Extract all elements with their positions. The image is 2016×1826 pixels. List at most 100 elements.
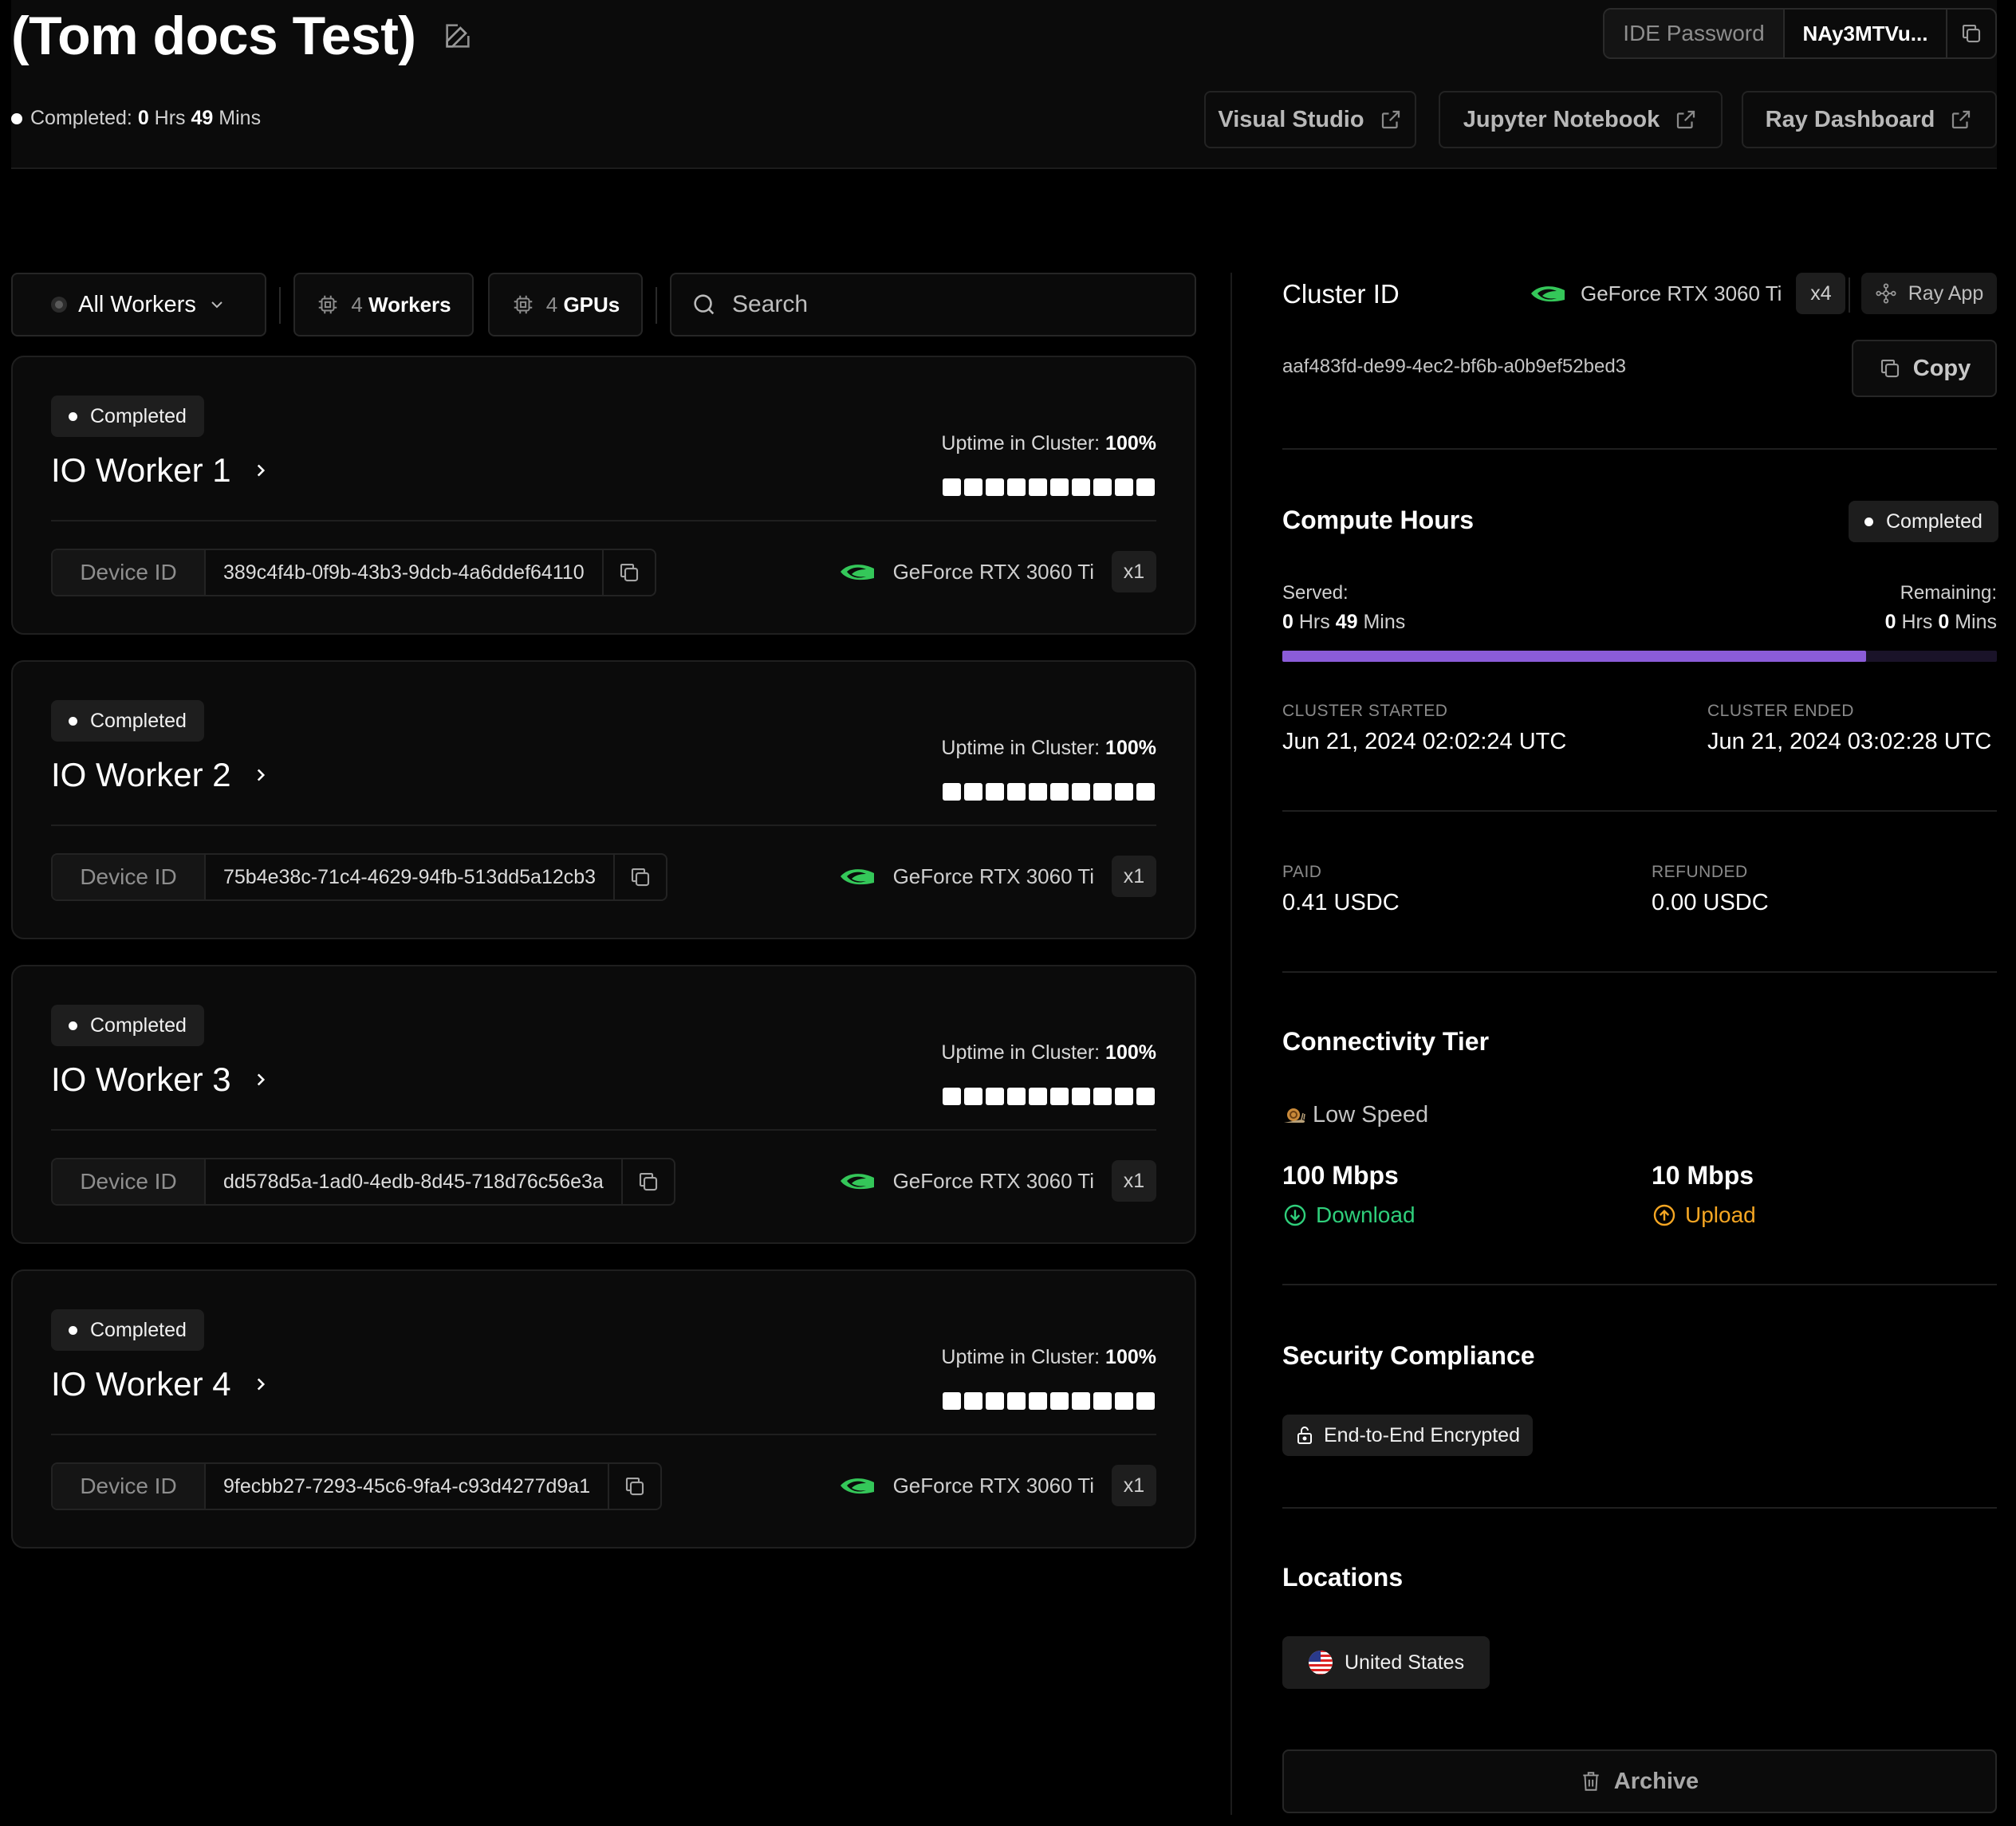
worker-name: IO Worker 3: [51, 1061, 231, 1098]
worker-gpu-name: GeForce RTX 3060 Ti: [892, 1473, 1094, 1497]
gpus-count-button[interactable]: 4 GPUs: [488, 273, 643, 336]
device-id-copy-button[interactable]: [623, 1159, 674, 1204]
uptime-segment: [943, 1392, 961, 1410]
device-id-value[interactable]: dd578d5a-1ad0-4edb-8d45-718d76c56e3a: [206, 1159, 623, 1204]
external-link-icon: [1381, 110, 1400, 129]
filter-dot-icon: [51, 297, 68, 313]
workers-count-button[interactable]: 4 Workers: [293, 273, 474, 336]
archive-button[interactable]: Archive: [1282, 1749, 1997, 1813]
uptime-segment: [1072, 1392, 1090, 1410]
uptime-label: Uptime in Cluster:: [941, 432, 1101, 455]
lock-icon: [1297, 1427, 1312, 1444]
download-speed: 100 Mbps: [1282, 1161, 1399, 1190]
chevron-down-icon: [211, 301, 222, 309]
upload-icon: [1653, 1204, 1675, 1226]
worker-name-link[interactable]: IO Worker 3: [51, 1061, 271, 1099]
worker-gpu-count: x1: [1112, 1160, 1156, 1202]
uptime-text: Uptime in Cluster: 100%: [941, 1041, 1156, 1065]
uptime-segment: [1050, 783, 1069, 801]
cluster-ended-value: Jun 21, 2024 03:02:28 UTC: [1707, 729, 1992, 754]
remaining-label: Remaining:: [1900, 582, 1997, 604]
status-label: Completed:: [30, 107, 132, 129]
jupyter-notebook-button[interactable]: Jupyter Notebook: [1439, 91, 1723, 148]
status-dot: [1864, 517, 1873, 526]
uptime-segment: [964, 478, 982, 496]
cluster-id-value: aaf483fd-de99-4ec2-bf6b-a0b9ef52bed3: [1282, 356, 1627, 377]
worker-name-link[interactable]: IO Worker 2: [51, 756, 271, 794]
device-id-box: Device ID dd578d5a-1ad0-4edb-8d45-718d76c…: [51, 1158, 675, 1206]
uptime-segment: [1007, 478, 1026, 496]
uptime-segment: [1007, 1392, 1026, 1410]
ray-app-button[interactable]: Ray App: [1861, 273, 1997, 314]
uptime-segment: [986, 1088, 1004, 1105]
jupyter-notebook-label: Jupyter Notebook: [1463, 106, 1660, 132]
worker-name-link[interactable]: IO Worker 1: [51, 451, 271, 490]
encryption-label: End-to-End Encrypted: [1324, 1423, 1520, 1446]
worker-gpu-name: GeForce RTX 3060 Ti: [892, 864, 1094, 888]
device-id-copy-button[interactable]: [609, 1464, 660, 1509]
nvidia-icon: [1531, 286, 1565, 302]
uptime-segment: [964, 783, 982, 801]
uptime-segment: [1007, 783, 1026, 801]
ide-password-copy-button[interactable]: [1947, 10, 1995, 57]
remaining-hrs-unit: Hrs: [1901, 611, 1933, 633]
card-divider: [51, 824, 1156, 826]
upload-speed: 10 Mbps: [1652, 1161, 1754, 1190]
visual-studio-label: Visual Studio: [1218, 106, 1364, 132]
device-id-label: Device ID: [53, 550, 206, 595]
uptime-segment: [1007, 1088, 1026, 1105]
device-id-value[interactable]: 75b4e38c-71c4-4629-94fb-513dd5a12cb3: [206, 855, 616, 899]
edit-icon[interactable]: [442, 20, 474, 52]
encryption-badge: End-to-End Encrypted: [1282, 1415, 1533, 1456]
device-id-copy-button[interactable]: [604, 550, 655, 595]
compute-status-badge: Completed: [1849, 501, 1998, 542]
remaining-hrs: 0: [1884, 611, 1896, 633]
uptime-segment: [986, 1392, 1004, 1410]
visual-studio-button[interactable]: Visual Studio: [1204, 91, 1416, 148]
uptime-segment: [1029, 1088, 1047, 1105]
uptime-label: Uptime in Cluster:: [941, 1041, 1101, 1064]
header: (Tom docs Test) Completed: 0 Hrs 49 Mins…: [11, 0, 1997, 169]
chip-icon: [319, 295, 337, 314]
page-title: (Tom docs Test): [11, 6, 416, 66]
worker-name-link[interactable]: IO Worker 4: [51, 1365, 271, 1403]
panel-divider: [1230, 273, 1232, 1815]
gpus-label: GPUs: [563, 292, 620, 317]
worker-status-badge: Completed: [51, 700, 204, 742]
paid-value: 0.41 USDC: [1282, 890, 1400, 915]
ide-password-value[interactable]: NAy3MTVu...: [1785, 10, 1947, 57]
paid-label: PAID: [1282, 863, 1322, 881]
uptime-value: 100%: [1105, 432, 1156, 455]
toolbar-separator: [656, 287, 657, 324]
status-hrs-unit: Hrs: [154, 107, 186, 129]
uptime-bars: [943, 1392, 1155, 1410]
worker-status-label: Completed: [90, 404, 187, 427]
divider: [1282, 971, 1997, 973]
cluster-gpu-name: GeForce RTX 3060 Ti: [1581, 281, 1782, 305]
copy-cluster-id-button[interactable]: Copy: [1852, 340, 1997, 397]
search-input[interactable]: [732, 291, 1163, 318]
served-mins: 49: [1335, 611, 1358, 633]
all-workers-dropdown[interactable]: All Workers: [11, 273, 266, 336]
search-box[interactable]: [670, 273, 1196, 336]
location-pill: United States: [1282, 1636, 1490, 1689]
ray-dashboard-button[interactable]: Ray Dashboard: [1742, 91, 1997, 148]
device-id-value[interactable]: 389c4f4b-0f9b-43b3-9dcb-4a6ddef64110: [206, 550, 604, 595]
device-id-copy-button[interactable]: [615, 855, 666, 899]
status-dot: [11, 112, 22, 124]
security-title: Security Compliance: [1282, 1341, 1535, 1370]
worker-gpu-name: GeForce RTX 3060 Ti: [892, 559, 1094, 584]
divider: [1282, 810, 1997, 812]
compute-status-label: Completed: [1886, 510, 1983, 533]
cluster-status: Completed: 0 Hrs 49 Mins: [11, 107, 261, 130]
uptime-bars: [943, 1088, 1155, 1105]
us-flag-icon: [1309, 1651, 1333, 1674]
download-indicator: Download: [1282, 1202, 1416, 1228]
remaining-mins-unit: Mins: [1955, 611, 1997, 633]
copy-icon: [626, 1477, 644, 1496]
uptime-segment: [964, 1088, 982, 1105]
chip-icon: [514, 295, 532, 314]
device-id-value[interactable]: 9fecbb27-7293-45c6-9fa4-c93d4277d9a1: [206, 1464, 610, 1509]
nvidia-icon: [840, 565, 874, 580]
uptime-text: Uptime in Cluster: 100%: [941, 737, 1156, 760]
